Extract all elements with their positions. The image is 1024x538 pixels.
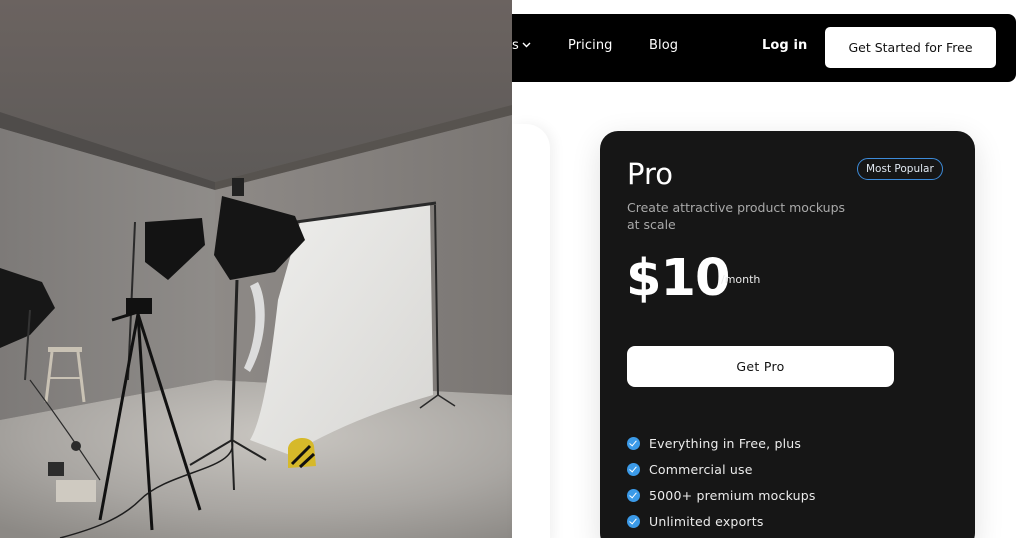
free-plan-card xyxy=(512,124,550,538)
feature-item: 5000+ premium mockups xyxy=(627,482,816,508)
feature-list: Everything in Free, plus Commercial use … xyxy=(627,430,816,534)
feature-label: 5000+ premium mockups xyxy=(649,487,816,503)
nav-link-blog[interactable]: Blog xyxy=(649,38,678,53)
check-circle-icon xyxy=(627,436,640,450)
get-started-button[interactable]: Get Started for Free xyxy=(825,27,996,68)
feature-item: Unlimited exports xyxy=(627,508,816,534)
get-pro-button[interactable]: Get Pro xyxy=(627,346,894,387)
chevron-down-icon[interactable] xyxy=(522,42,531,48)
check-circle-icon xyxy=(627,488,640,502)
top-navbar: s Pricing Blog Log in Get Started for Fr… xyxy=(512,14,1016,82)
feature-item: Commercial use xyxy=(627,456,816,482)
price-period: /month xyxy=(721,273,761,286)
page: s Pricing Blog Log in Get Started for Fr… xyxy=(0,0,1024,538)
nav-link-pricing[interactable]: Pricing xyxy=(568,38,613,53)
check-circle-icon xyxy=(627,462,640,476)
login-link[interactable]: Log in xyxy=(762,38,807,53)
plan-description: Create attractive product mockups at sca… xyxy=(627,200,846,232)
feature-label: Everything in Free, plus xyxy=(649,435,802,451)
feature-label: Commercial use xyxy=(649,461,753,477)
feature-label: Unlimited exports xyxy=(649,513,764,529)
nav-item-truncated[interactable]: s xyxy=(512,38,520,53)
check-circle-icon xyxy=(627,514,640,528)
plan-price: $10 xyxy=(626,249,730,308)
studio-photo xyxy=(0,0,512,538)
most-popular-badge: Most Popular xyxy=(857,158,943,180)
feature-item: Everything in Free, plus xyxy=(627,430,816,456)
plan-title: Pro xyxy=(627,157,674,191)
pro-plan-card: Pro Most Popular Create attractive produ… xyxy=(600,131,975,538)
